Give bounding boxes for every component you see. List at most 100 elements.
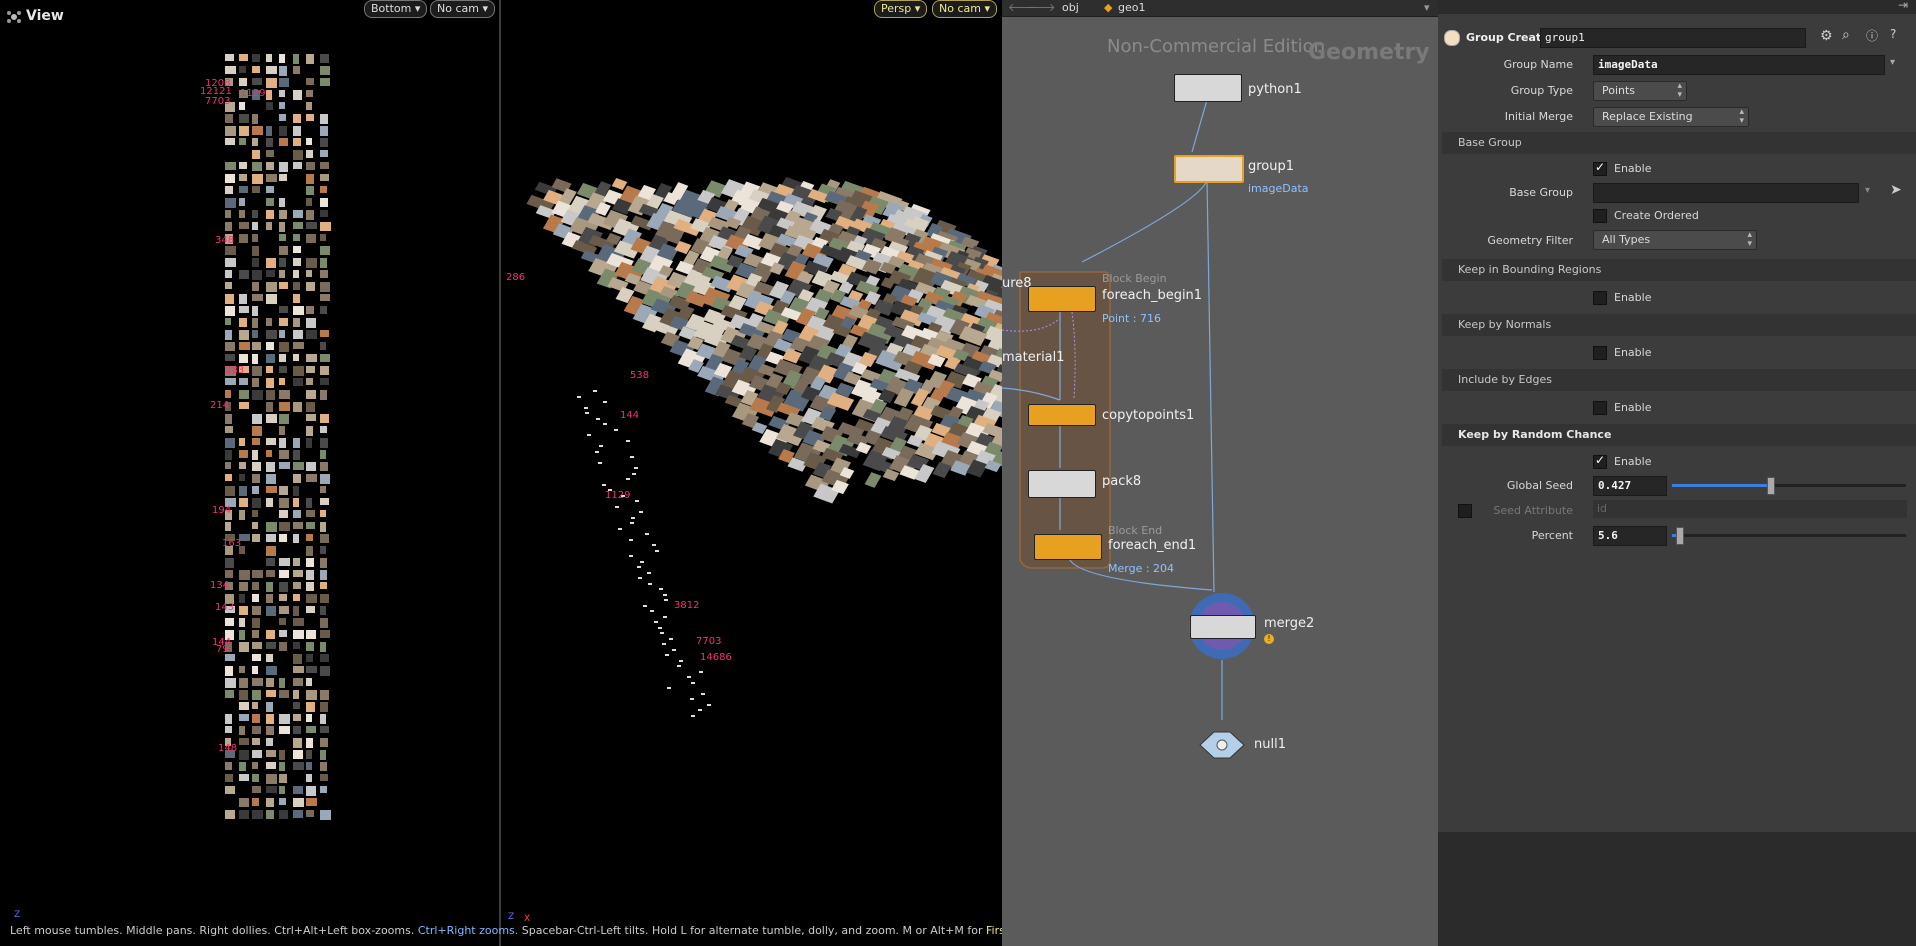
node-group1[interactable] xyxy=(1174,155,1244,183)
image-thumbnail xyxy=(306,102,312,110)
node-copytopoints1[interactable] xyxy=(1028,404,1096,426)
node-foreach-end1-header: Block End xyxy=(1108,524,1163,537)
percent-handle[interactable] xyxy=(1676,527,1685,545)
image-thumbnail xyxy=(238,90,248,98)
image-thumbnail xyxy=(319,78,330,86)
keep-bounding-enable-checkbox[interactable] xyxy=(1593,291,1607,305)
percent-slider[interactable] xyxy=(1672,527,1906,545)
image-thumbnail xyxy=(265,630,275,639)
node-null1-label: null1 xyxy=(1254,737,1286,752)
image-thumbnail xyxy=(292,678,303,686)
pin-icon[interactable]: ⇥ xyxy=(1898,0,1908,12)
node-null1[interactable] xyxy=(1198,730,1246,760)
info-icon[interactable]: ⓘ xyxy=(1866,27,1878,44)
group-name-field[interactable]: imageData xyxy=(1593,55,1885,75)
base-group-enable-checkbox[interactable] xyxy=(1593,160,1607,176)
point-marker xyxy=(639,511,644,513)
image-thumbnail xyxy=(265,282,277,292)
image-thumbnail xyxy=(292,282,300,290)
image-thumbnail xyxy=(279,570,289,578)
image-thumbnail xyxy=(265,294,277,304)
point-marker xyxy=(647,582,652,585)
global-seed-handle[interactable] xyxy=(1767,477,1776,495)
image-thumbnail xyxy=(238,606,248,615)
image-thumbnail xyxy=(252,738,260,745)
image-thumbnail xyxy=(225,258,236,267)
image-thumbnail xyxy=(319,630,330,638)
select-arrow-icon[interactable]: ➤ xyxy=(1890,182,1902,198)
image-thumbnail xyxy=(225,342,235,351)
group-type-menu[interactable]: Points ▴ ▾ xyxy=(1593,81,1687,101)
image-thumbnail xyxy=(238,702,249,710)
base-group-menu-icon[interactable]: ▾ xyxy=(1865,185,1870,196)
warning-icon[interactable]: ! xyxy=(1264,634,1274,644)
path-crumb-geo1[interactable]: geo1 xyxy=(1118,0,1145,16)
left-camera-menu[interactable]: No cam ▾ xyxy=(430,0,495,18)
image-thumbnail xyxy=(306,186,314,195)
image-thumbnail xyxy=(225,162,236,170)
node-pack8[interactable] xyxy=(1028,470,1096,498)
image-thumbnail xyxy=(252,354,258,364)
point-marker xyxy=(601,483,606,486)
section-include-edges[interactable]: Include by Edges xyxy=(1442,369,1916,391)
scene-viewport[interactable]: View Bottom ▾ No cam ▾ Persp ▾ No cam ▾ … xyxy=(0,0,1002,946)
geometry-filter-menu[interactable]: All Types ▴ ▾ xyxy=(1593,230,1757,250)
left-view-menu[interactable]: Bottom ▾ xyxy=(364,0,428,18)
section-keep-random[interactable]: Keep by Random Chance xyxy=(1442,424,1916,446)
create-ordered-checkbox[interactable] xyxy=(1593,209,1607,223)
node-name-field[interactable]: group1 xyxy=(1540,28,1806,48)
forward-arrow-icon[interactable]: 🡒 xyxy=(1026,0,1056,16)
image-thumbnail xyxy=(265,606,276,616)
image-thumbnail xyxy=(279,366,287,373)
node-foreach-end1[interactable] xyxy=(1034,534,1102,560)
keep-normals-enable-checkbox[interactable] xyxy=(1593,346,1607,360)
section-keep-bounding[interactable]: Keep in Bounding Regions xyxy=(1442,259,1916,281)
image-thumbnail xyxy=(279,786,285,794)
point-marker xyxy=(626,478,631,480)
seed-attribute-field[interactable]: id xyxy=(1593,500,1907,518)
image-thumbnail xyxy=(252,642,262,649)
image-thumbnail xyxy=(252,234,258,242)
point-number-label: 286 xyxy=(506,272,526,283)
group-name-menu-icon[interactable]: ▾ xyxy=(1890,57,1895,68)
section-keep-normals[interactable]: Keep by Normals xyxy=(1442,314,1916,336)
image-thumbnail xyxy=(265,414,277,423)
point-marker xyxy=(637,566,642,568)
image-thumbnail xyxy=(252,582,259,590)
image-thumbnail xyxy=(225,390,231,398)
node-foreach-begin1[interactable] xyxy=(1028,286,1096,312)
network-editor[interactable]: 🡐 🡒 obj ◆ geo1 ▾ Non-Commercial Edition … xyxy=(1002,0,1438,946)
path-dropdown-icon[interactable]: ▾ xyxy=(1424,0,1430,16)
help-icon[interactable]: ? xyxy=(1890,27,1896,41)
random-enable-checkbox[interactable] xyxy=(1593,453,1607,469)
global-seed-field[interactable]: 0.427 xyxy=(1593,476,1667,496)
image-thumbnail xyxy=(265,534,276,542)
image-thumbnail xyxy=(252,726,261,734)
image-thumbnail xyxy=(265,774,277,784)
path-crumb-obj[interactable]: obj xyxy=(1062,0,1079,16)
base-group-field[interactable] xyxy=(1593,183,1859,203)
image-thumbnail xyxy=(252,762,258,769)
node-python1[interactable] xyxy=(1174,74,1242,102)
percent-field[interactable]: 5.6 xyxy=(1593,526,1667,546)
image-thumbnail xyxy=(225,186,233,194)
section-base-group[interactable]: Base Group xyxy=(1442,132,1916,154)
gear-icon[interactable]: ⚙ xyxy=(1820,28,1833,44)
node-pack8-label: pack8 xyxy=(1102,474,1142,489)
image-thumbnail xyxy=(319,750,326,760)
image-thumbnail xyxy=(279,498,289,508)
initial-merge-menu[interactable]: Replace Existing ▴ ▾ xyxy=(1593,107,1749,127)
image-thumbnail xyxy=(265,702,273,712)
image-thumbnail xyxy=(319,186,327,193)
point-marker xyxy=(665,654,670,656)
point-marker xyxy=(633,467,638,469)
search-icon[interactable]: ⌕ xyxy=(1842,27,1850,43)
image-thumbnail xyxy=(252,138,258,146)
node-merge2[interactable] xyxy=(1190,615,1256,639)
global-seed-slider[interactable] xyxy=(1672,477,1906,495)
image-thumbnail xyxy=(292,474,301,483)
point-marker xyxy=(640,560,645,563)
include-edges-enable-checkbox[interactable] xyxy=(1593,401,1607,415)
image-thumbnail xyxy=(225,498,236,507)
viewport-tools-icon[interactable] xyxy=(6,10,22,24)
